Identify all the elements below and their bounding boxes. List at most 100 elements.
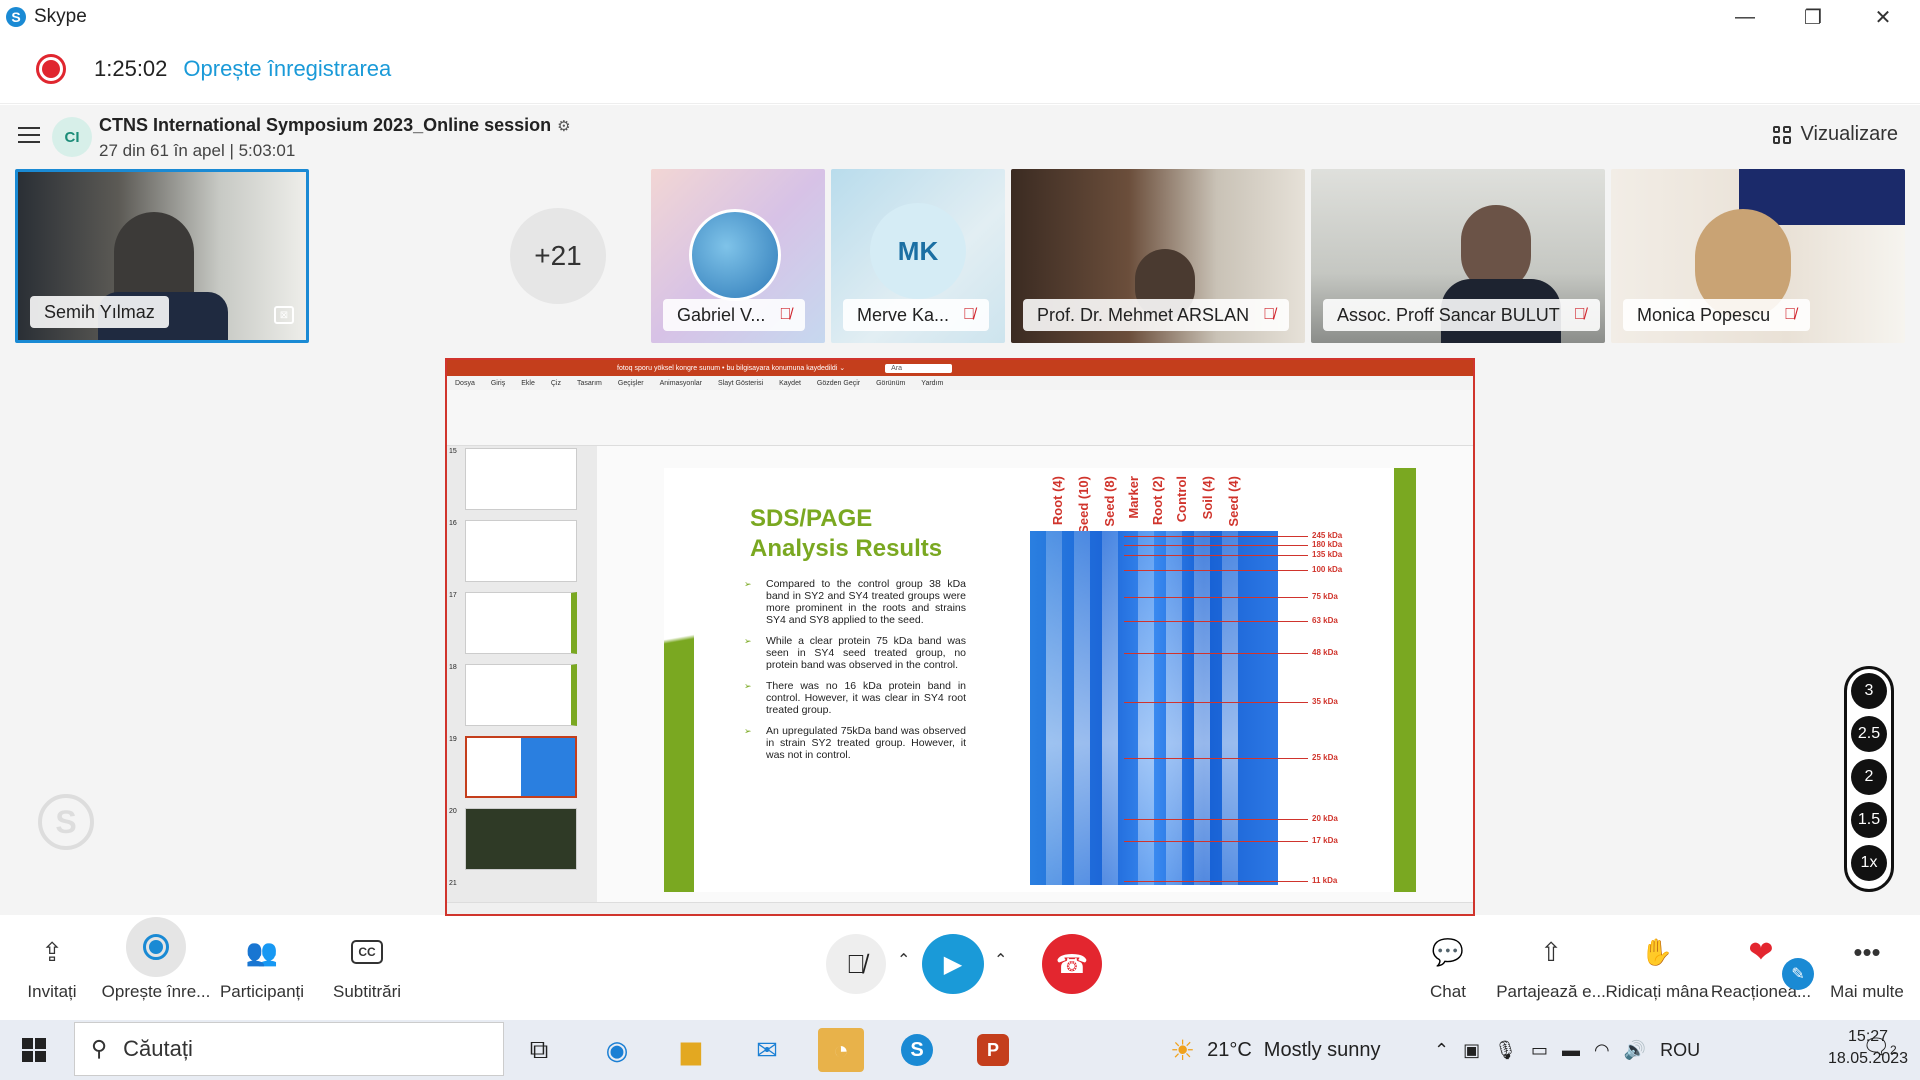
slide-thumbnails-pane: 15 16 17 18 19 20 21 [447,446,597,904]
volume-icon[interactable]: 🔊 [1624,1040,1646,1061]
subtitles-button[interactable]: CC Subtitrări [312,932,422,1002]
participant-tile-gabriel[interactable]: Gabriel V... 🎙̸ [651,169,825,343]
stop-recording-button[interactable]: Oprește înre... [101,917,211,1002]
wifi-icon[interactable]: ◠ [1594,1040,1610,1061]
menu-item[interactable]: Animasyonlar [660,380,702,387]
show-hidden-icons-chevron-icon[interactable]: ⌃ [1434,1040,1449,1061]
stop-recording-label: Oprește înre... [101,982,211,1001]
marker-line [1124,597,1308,598]
menu-item[interactable]: Geçişler [618,380,644,387]
windows-taskbar: ⚲ Căutați ⧉ ◉ ▆ ✉ ◔ S P ☀ 21°C Mostly su… [0,1020,1920,1080]
zoom-option[interactable]: 2.5 [1851,716,1887,752]
slide-number: 20 [449,808,457,815]
subtitles-label: Subtitrări [332,982,402,1001]
audio-options-chevron-icon[interactable]: ⌃ [897,950,910,970]
participant-name-pill: Assoc. Proff Sancar BULUT 🎙̸ [1323,299,1600,331]
taskbar-search[interactable]: ⚲ Căutați [74,1022,504,1076]
restore-icon[interactable]: ❐ [1778,0,1848,34]
raise-hand-label: Ridicați mâna [1605,982,1709,1001]
windows-start-icon[interactable] [22,1038,46,1062]
menu-item[interactable]: Slayt Gösterisi [718,380,763,387]
slide-thumbnail[interactable] [465,808,577,870]
menu-item[interactable]: Görünüm [876,380,905,387]
menu-item[interactable]: Giriş [491,380,505,387]
menu-item[interactable]: Dosya [455,380,475,387]
menu-item[interactable]: Kaydet [779,380,801,387]
menu-item[interactable]: Yardım [921,380,943,387]
pen-icon[interactable]: ✎ [1782,958,1814,990]
slide-thumbnail[interactable] [465,520,577,582]
lane-label: Control [1174,476,1189,523]
menu-item[interactable]: Tasarım [577,380,602,387]
zoom-level-selector: 3 2.5 2 1.5 1x [1844,666,1894,892]
skype-taskbar-icon[interactable]: S [894,1028,940,1072]
gear-icon[interactable]: ⚙ [557,118,570,135]
slide-thumbnail[interactable] [465,664,577,726]
slide-thumbnail[interactable] [465,448,577,510]
battery-icon[interactable]: ▬ [1562,1040,1580,1061]
weather-widget[interactable]: ☀ 21°C Mostly sunny [1170,1020,1381,1080]
menu-item[interactable]: Gözden Geçir [817,380,860,387]
chat-button[interactable]: 💬 Chat [1393,932,1503,1002]
mute-button[interactable]: 🎙̸ [826,934,886,994]
snipping-tool-icon[interactable]: ◔ [818,1028,864,1072]
participant-tile-self[interactable]: Semih Yılmaz ⊠ [15,169,309,343]
camera-button[interactable]: ▶ [922,934,984,994]
participant-tile-merve[interactable]: MK Merve Ka... 🎙̸ [831,169,1005,343]
menu-item[interactable]: Çiz [551,380,561,387]
video-options-chevron-icon[interactable]: ⌃ [994,950,1007,970]
mail-icon[interactable]: ✉ [744,1028,790,1072]
language-indicator[interactable]: ROU [1660,1040,1700,1061]
zoom-option-selected[interactable]: 1x [1851,845,1887,881]
participants-button[interactable]: 👥 Participanți [207,932,317,1002]
menu-item[interactable]: Ekle [521,380,535,387]
presentation-window-title: fotoq sporu yöksel kongre sunum • bu bil… [617,365,846,372]
slide-bullets: Compared to the control group 38 kDa ban… [744,578,966,770]
zoom-option[interactable]: 3 [1851,673,1887,709]
share-screen-button[interactable]: ⇧ Partajează e... [1496,932,1606,1002]
powerpoint-taskbar-icon[interactable]: P [970,1028,1016,1072]
share-out-icon: ⇪ [41,936,63,967]
end-call-button[interactable]: ☎ [1042,934,1102,994]
microphone-icon[interactable]: 🎙 [1494,1040,1517,1061]
task-view-icon[interactable]: ⧉ [516,1028,562,1072]
zoom-option[interactable]: 1.5 [1851,802,1887,838]
call-title[interactable]: CTNS International Symposium 2023_Online… [99,115,571,136]
display-icon[interactable]: ▭ [1531,1040,1548,1061]
lane-label: Root (4) [1050,476,1065,526]
more-participants-button[interactable]: +21 [510,208,606,304]
kda-label: 17 kDa [1312,836,1338,845]
lane-label: Seed (8) [1102,476,1117,527]
edge-browser-icon[interactable]: ◉ [594,1028,640,1072]
invite-button[interactable]: ⇪ Invitați [0,932,107,1002]
kda-label: 20 kDa [1312,814,1338,823]
current-slide: SDS/PAGE Analysis Results Compared to th… [664,468,1416,892]
meet-now-icon[interactable]: ▣ [1463,1040,1480,1061]
participant-tile-popescu[interactable]: Monica Popescu 🎙̸ [1611,169,1905,343]
minimize-self-view-icon[interactable]: ⊠ [274,306,294,324]
notifications-icon[interactable]: 🗨2 [1862,1034,1897,1060]
presentation-search[interactable]: Ara [885,363,953,373]
view-button[interactable]: Vizualizare [1772,123,1898,146]
raise-hand-button[interactable]: ✋ Ridicați mâna [1602,932,1712,1002]
slide-thumbnail[interactable] [465,592,577,654]
menu-icon[interactable] [18,127,40,143]
call-title-text: CTNS International Symposium 2023_Online… [99,115,552,135]
kda-label: 35 kDa [1312,697,1338,706]
more-button[interactable]: ••• Mai multe [1812,932,1920,1002]
shared-screen[interactable]: fotoq sporu yöksel kongre sunum • bu bil… [445,358,1475,916]
minimize-icon[interactable]: — [1710,0,1780,34]
kda-label: 11 kDa [1312,876,1338,885]
participant-tile-bulut[interactable]: Assoc. Proff Sancar BULUT 🎙̸ [1311,169,1605,343]
file-explorer-icon[interactable]: ▆ [668,1028,714,1072]
participant-tile-arslan[interactable]: Prof. Dr. Mehmet ARSLAN 🎙̸ [1011,169,1305,343]
group-avatar[interactable]: CI [52,117,92,157]
slide-decoration [664,468,694,892]
slide-thumbnail-selected[interactable] [465,736,577,798]
participant-name-pill: Prof. Dr. Mehmet ARSLAN 🎙̸ [1023,299,1290,331]
zoom-option[interactable]: 2 [1851,759,1887,795]
bullet-item: Compared to the control group 38 kDa ban… [744,578,966,626]
stop-recording-link[interactable]: Oprește înregistrarea [183,56,391,82]
kda-label: 63 kDa [1312,616,1338,625]
close-icon[interactable]: ✕ [1848,0,1918,34]
